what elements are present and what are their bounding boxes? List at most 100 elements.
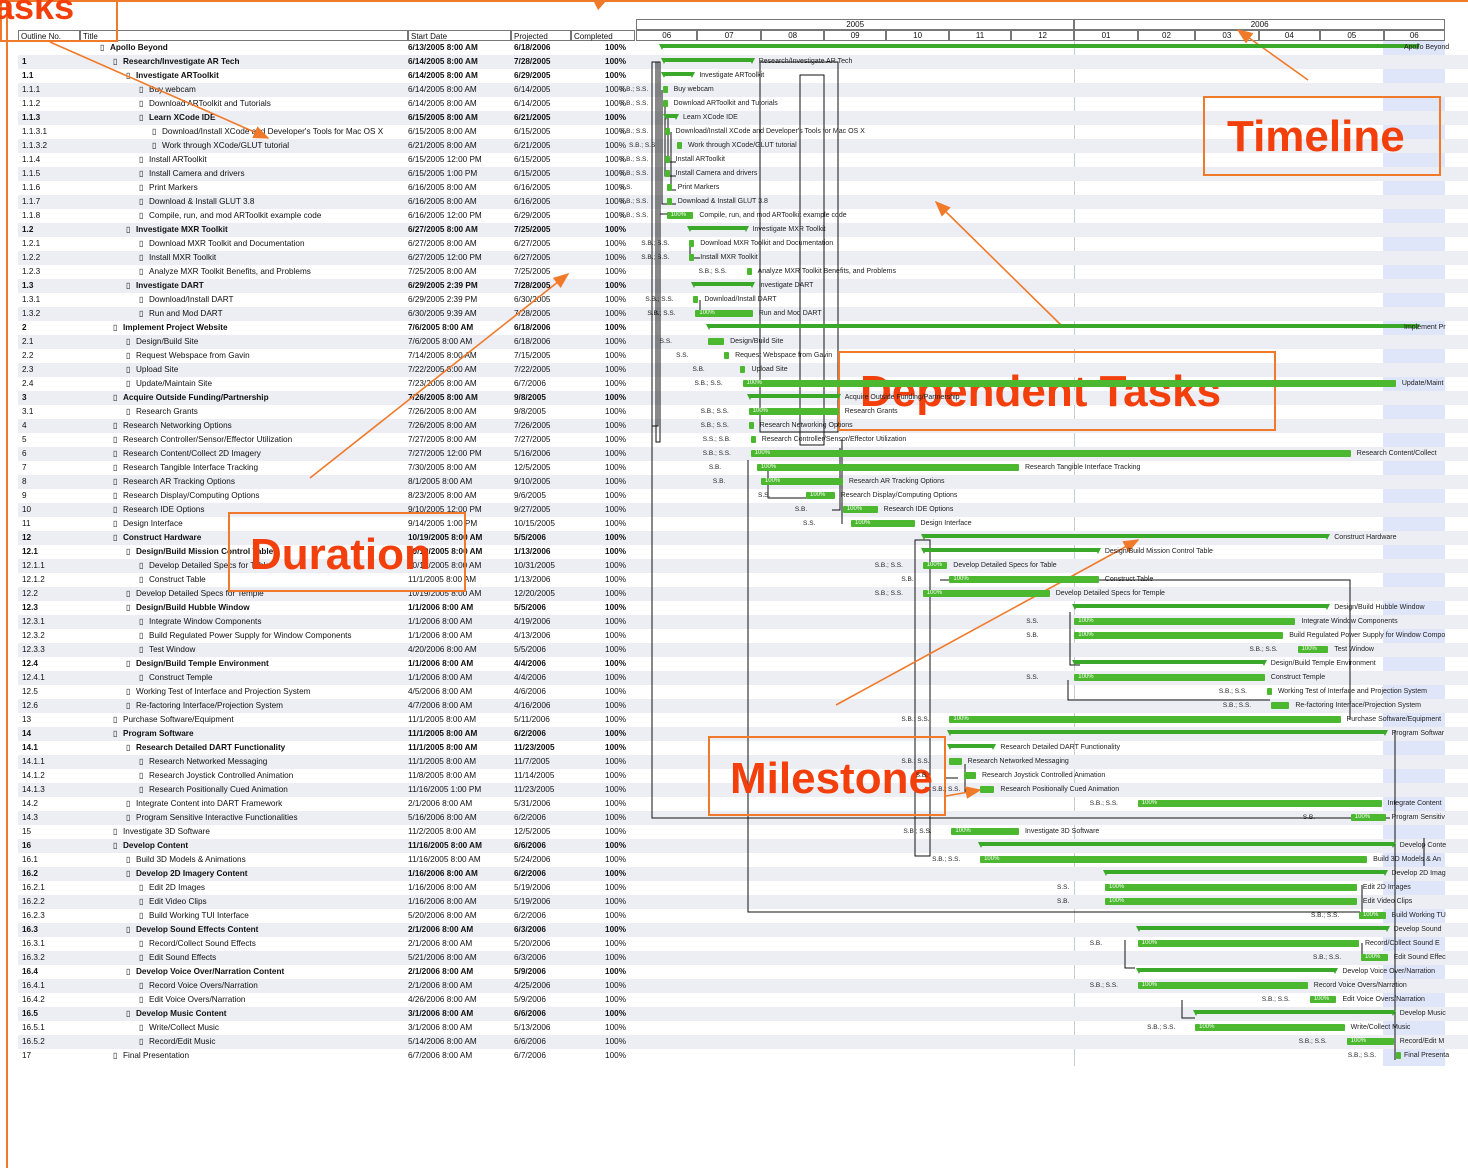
task-bar[interactable]: 100% (1195, 1024, 1345, 1031)
task-bar[interactable]: 100% (695, 310, 753, 317)
task-bar[interactable]: 100% (949, 716, 1341, 723)
summary-bar[interactable] (1193, 1010, 1396, 1016)
task-bar[interactable] (1395, 1052, 1401, 1059)
bar-label: Research Display/Computing Options (840, 492, 958, 499)
task-bar[interactable]: 100% (851, 520, 915, 527)
task-bar[interactable] (1270, 702, 1290, 709)
task-bar[interactable] (724, 352, 730, 359)
task-bar[interactable]: 100% (805, 492, 835, 499)
gantt-screenshot: Outline No. Title Start Date Projected C… (0, 0, 1468, 1168)
task-bar[interactable] (748, 422, 754, 429)
summary-bar[interactable] (947, 730, 1388, 736)
task-bar[interactable] (666, 198, 672, 205)
bar-percent: 100% (855, 520, 871, 526)
task-bar[interactable] (676, 142, 682, 149)
summary-bar[interactable] (920, 548, 1101, 554)
bar-label: Edit Sound Effec (1393, 954, 1446, 961)
task-bar[interactable]: 100% (1358, 912, 1386, 919)
bar-label: Research Tangible Interface Tracking (1024, 464, 1141, 471)
task-bar[interactable] (707, 338, 725, 345)
summary-bar[interactable] (687, 226, 749, 232)
task-bar[interactable]: 100% (742, 380, 1396, 387)
dependency-label: S.B.; S.S. (932, 786, 961, 793)
task-bar[interactable]: 100% (1137, 982, 1308, 989)
summary-bar[interactable] (920, 534, 1330, 540)
bar-label: Build 3D Models & An (1373, 856, 1441, 863)
task-bar[interactable] (746, 268, 752, 275)
dependency-label: S.S. (757, 492, 771, 499)
task-bar[interactable] (963, 772, 976, 779)
summary-bar[interactable] (947, 744, 997, 750)
task-bar[interactable] (664, 170, 670, 177)
bar-label: Investigate DART (758, 282, 814, 289)
task-bar[interactable]: 100% (1297, 646, 1329, 653)
bar-label: Design/Build Hubble Window (1334, 604, 1425, 611)
summary-bar[interactable] (660, 58, 755, 64)
summary-bar[interactable] (746, 394, 841, 400)
bar-label: Download/Install DART (704, 296, 777, 303)
summary-bar[interactable] (691, 282, 756, 288)
task-bar[interactable]: 100% (922, 562, 948, 569)
task-bar[interactable]: 100% (1361, 954, 1388, 961)
bar-label: Research Grants (844, 408, 898, 415)
task-bar[interactable] (664, 128, 670, 135)
task-bar[interactable] (662, 100, 668, 107)
dependency-label: S.B. (1057, 898, 1070, 905)
bar-percent: 100% (953, 716, 969, 722)
task-bar[interactable] (664, 156, 670, 163)
task-bar[interactable]: 100% (756, 464, 1019, 471)
task-bar[interactable]: 100% (1074, 674, 1265, 681)
task-bar[interactable] (693, 296, 699, 303)
dependency-label: S.S. (620, 184, 633, 191)
summary-bar[interactable] (660, 72, 696, 78)
task-bar[interactable] (740, 366, 746, 373)
task-bar[interactable] (949, 758, 962, 765)
task-bar[interactable]: 100% (1350, 814, 1386, 821)
task-bar[interactable]: 100% (1074, 632, 1284, 639)
task-bar[interactable]: 100% (951, 828, 1019, 835)
summary-bar[interactable] (1103, 870, 1388, 876)
bar-label: Test Window (1334, 646, 1374, 653)
task-bar[interactable]: 100% (748, 408, 839, 415)
task-bar[interactable]: 100% (1137, 800, 1382, 807)
task-bar[interactable]: 100% (1105, 898, 1357, 905)
summary-bar[interactable] (662, 114, 680, 120)
task-bar[interactable]: 100% (1346, 1038, 1394, 1045)
bar-percent: 100% (953, 576, 969, 582)
task-bar[interactable]: 100% (1137, 940, 1359, 947)
task-bar[interactable] (689, 240, 695, 247)
task-bar[interactable]: 100% (922, 590, 1050, 597)
task-bar[interactable] (666, 184, 672, 191)
dependency-label: S.B. (1026, 632, 1039, 639)
summary-bar[interactable] (1072, 604, 1331, 610)
task-bar[interactable]: 100% (842, 506, 878, 513)
bar-label: Design/Build Mission Control Table (1104, 548, 1213, 555)
bar-label: Construct Table (1104, 576, 1154, 583)
dependency-label: S.B.; S.S. (1249, 646, 1278, 653)
bar-label: Print Markers (677, 184, 720, 191)
task-bar[interactable]: 100% (760, 478, 843, 485)
bar-label: Design/Build Temple Environment (1270, 660, 1376, 667)
task-bar[interactable]: 100% (1074, 618, 1296, 625)
task-bar[interactable] (689, 254, 695, 261)
task-bar[interactable]: 100% (750, 450, 1351, 457)
summary-bar[interactable] (658, 44, 1421, 50)
task-bar[interactable]: 100% (1309, 996, 1337, 1003)
task-bar[interactable]: 100% (666, 212, 694, 219)
summary-bar[interactable] (1072, 660, 1268, 666)
bar-percent: 100% (746, 380, 762, 386)
task-bar[interactable] (980, 786, 995, 793)
task-bar[interactable]: 100% (949, 576, 1099, 583)
task-bar[interactable]: 100% (980, 856, 1368, 863)
task-bar[interactable] (662, 86, 668, 93)
summary-bar[interactable] (1135, 968, 1339, 974)
summary-bar[interactable] (978, 842, 1396, 848)
bar-label: Acquire Outside Funding/Partnership (844, 394, 960, 401)
bar-percent: 100% (670, 212, 687, 218)
task-bar[interactable]: 100% (1105, 884, 1357, 891)
dependency-label: S.B.; S.S. (647, 310, 676, 317)
summary-bar[interactable] (1135, 926, 1390, 932)
summary-bar[interactable] (705, 324, 1421, 330)
task-bar[interactable] (1266, 688, 1272, 695)
task-bar[interactable] (750, 436, 756, 443)
